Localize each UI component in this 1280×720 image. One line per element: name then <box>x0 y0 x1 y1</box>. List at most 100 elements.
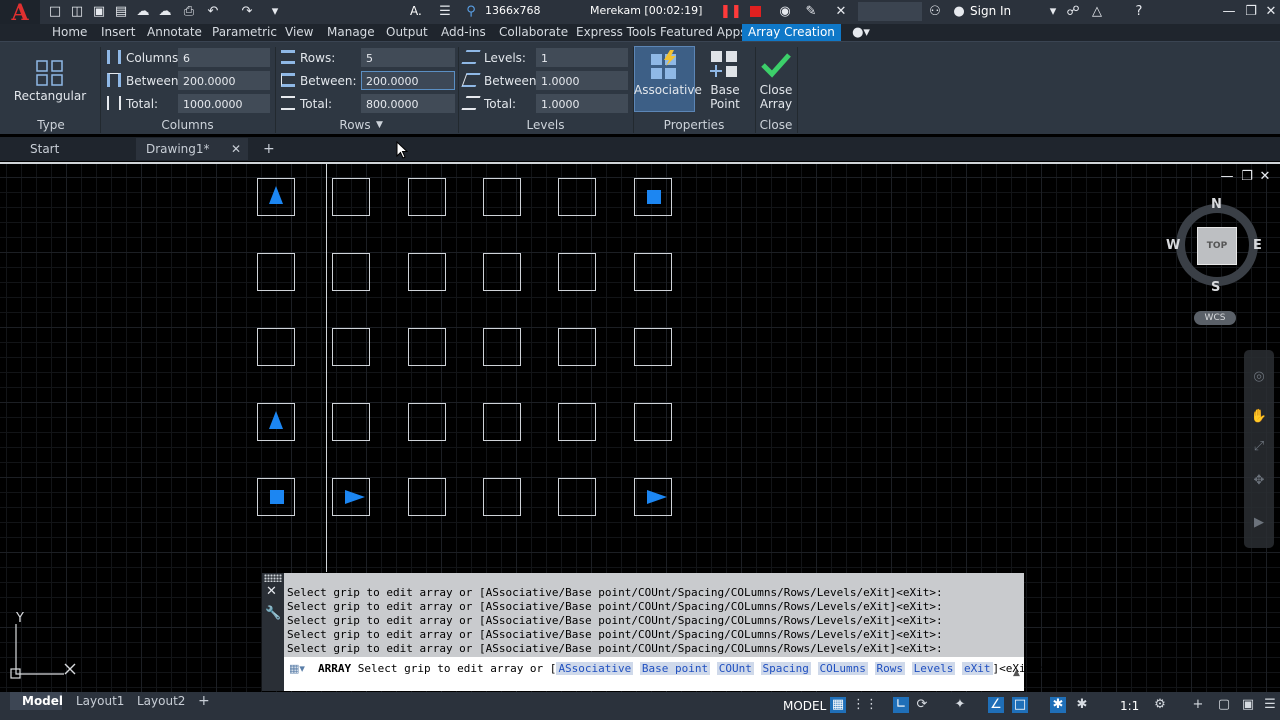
base-point-icon[interactable] <box>710 50 740 80</box>
checkmark-icon[interactable] <box>761 52 791 78</box>
rows-count-input[interactable]: 5 <box>361 48 455 67</box>
add-layout-icon[interactable]: + <box>198 692 210 710</box>
pen-icon[interactable]: ✎ <box>802 3 820 21</box>
showmotion-icon[interactable]: ▶ <box>1250 514 1268 532</box>
workspace-letter[interactable]: A. <box>410 4 422 18</box>
steering-wheel-icon[interactable]: ◎ <box>1250 368 1268 386</box>
compass-south[interactable]: S <box>1211 280 1220 295</box>
option-levels[interactable]: Levels <box>911 662 956 675</box>
new-file-icon[interactable]: □ <box>46 3 64 21</box>
array-cell[interactable] <box>634 328 672 366</box>
rectangular-array-icon[interactable] <box>36 60 64 86</box>
tab-view[interactable]: View <box>285 24 313 41</box>
pin-icon[interactable]: ⚲ <box>462 3 480 21</box>
option-columns[interactable]: COLumns <box>817 662 868 675</box>
viewport-close-icon[interactable]: ✕ <box>1256 168 1274 186</box>
restore-icon[interactable]: ❐ <box>1242 3 1260 21</box>
array-cell[interactable] <box>332 328 370 366</box>
save-icon[interactable]: ▣ <box>90 3 108 21</box>
customization-menu-icon[interactable]: ☰ <box>1262 697 1278 713</box>
array-cell[interactable] <box>558 178 596 216</box>
array-cell[interactable] <box>483 328 521 366</box>
app-logo[interactable]: A <box>0 0 40 26</box>
rows-total-input[interactable]: 800.0000 <box>361 94 455 113</box>
ortho-icon[interactable]: ∟ <box>893 697 909 713</box>
array-cell[interactable] <box>257 253 295 291</box>
undo-icon[interactable]: ↶ <box>204 3 222 21</box>
a360-icon[interactable]: △ <box>1088 3 1106 21</box>
array-cell[interactable] <box>332 253 370 291</box>
array-cell[interactable] <box>483 178 521 216</box>
pan-icon[interactable]: ✋ <box>1250 408 1268 426</box>
total-grip[interactable] <box>647 190 661 204</box>
camera-icon[interactable]: ◉ <box>776 3 794 21</box>
isodraft-icon[interactable]: ✦ <box>952 697 968 713</box>
array-cell[interactable] <box>332 178 370 216</box>
layout-tab-layout2[interactable]: Layout2 <box>137 692 185 710</box>
option-rows[interactable]: Rows <box>874 662 905 675</box>
array-cell[interactable] <box>408 403 446 441</box>
array-cell[interactable] <box>332 403 370 441</box>
pause-icon[interactable]: ❚❚ <box>720 3 742 21</box>
close-window-icon[interactable]: ✕ <box>1262 3 1280 21</box>
array-cell[interactable] <box>634 253 672 291</box>
viewcube-top[interactable]: TOP <box>1197 227 1237 265</box>
tab-collaborate[interactable]: Collaborate <box>499 24 568 41</box>
snap-icon[interactable]: ⋮⋮ <box>852 697 878 713</box>
minimize-icon[interactable]: — <box>1220 3 1238 21</box>
tab-parametric[interactable]: Parametric <box>212 24 277 41</box>
user-icon[interactable]: ● <box>950 3 968 21</box>
workspace-gear-icon[interactable]: ⚙ <box>1152 697 1168 713</box>
compass-east[interactable]: E <box>1253 238 1262 253</box>
search-box[interactable] <box>858 2 922 21</box>
layout-tab-layout1[interactable]: Layout1 <box>76 692 124 710</box>
command-history-up-icon[interactable]: ▲ <box>1013 668 1020 678</box>
file-tab-start[interactable]: Start <box>30 137 59 161</box>
tab-home[interactable]: Home <box>52 24 87 41</box>
option-spacing[interactable]: Spacing <box>760 662 811 675</box>
grip-dots-icon[interactable] <box>264 574 282 582</box>
base-point-button[interactable]: Base Point <box>697 83 753 111</box>
columns-total-input[interactable]: 1000.0000 <box>178 94 270 113</box>
cloud-save-icon[interactable]: ☁ <box>156 3 174 21</box>
array-cell[interactable] <box>558 253 596 291</box>
viewport-restore-icon[interactable]: ❐ <box>1238 168 1256 186</box>
rectangular-button[interactable]: Rectangular <box>10 89 90 103</box>
compass-north[interactable]: N <box>1211 197 1222 212</box>
zoom-extents-icon[interactable]: ⤢ <box>1250 438 1268 456</box>
cart-icon[interactable]: ☍ <box>1064 3 1082 21</box>
close-array-button[interactable]: Close Array <box>756 83 796 111</box>
wcs-menu[interactable]: WCS <box>1194 311 1236 325</box>
recorder-menu-icon[interactable]: ☰ <box>436 3 454 21</box>
sign-in-link[interactable]: Sign In <box>970 4 1011 18</box>
annotation-monitor-icon[interactable]: + <box>1190 697 1206 713</box>
close-recorder-icon[interactable]: ✕ <box>832 3 850 21</box>
array-cell[interactable] <box>558 478 596 516</box>
levels-total-input[interactable]: 1.0000 <box>536 94 628 113</box>
auto-scale-icon[interactable]: ✱ <box>1074 697 1090 713</box>
array-cell[interactable] <box>408 328 446 366</box>
levels-count-input[interactable]: 1 <box>536 48 628 67</box>
clean-screen-icon[interactable]: ▣ <box>1240 697 1256 713</box>
option-exit[interactable]: eXit <box>962 662 993 675</box>
array-cell[interactable] <box>558 403 596 441</box>
columns-count-input[interactable]: 6 <box>178 48 270 67</box>
array-cell[interactable] <box>483 403 521 441</box>
polar-icon[interactable]: ⟳ <box>914 697 930 713</box>
grid-icon[interactable]: ▦ <box>830 697 846 713</box>
layout-tab-model[interactable]: Model <box>22 692 63 710</box>
new-tab-icon[interactable]: + <box>263 137 275 161</box>
array-cell[interactable] <box>483 478 521 516</box>
array-cell[interactable] <box>558 328 596 366</box>
compass-west[interactable]: W <box>1166 238 1180 253</box>
isolate-objects-icon[interactable]: ▢ <box>1216 697 1232 713</box>
redo-icon[interactable]: ↷ <box>238 3 256 21</box>
tab-add-ins[interactable]: Add-ins <box>441 24 486 41</box>
object-snap-icon[interactable]: □ <box>1012 697 1028 713</box>
stop-record-icon[interactable] <box>750 6 761 17</box>
open-folder-icon[interactable]: ◫ <box>68 3 86 21</box>
array-cell[interactable] <box>257 328 295 366</box>
levels-between-input[interactable]: 1.0000 <box>536 71 628 90</box>
option-count[interactable]: COUnt <box>716 662 754 675</box>
rows-between-input[interactable]: 200.0000 <box>361 71 455 90</box>
